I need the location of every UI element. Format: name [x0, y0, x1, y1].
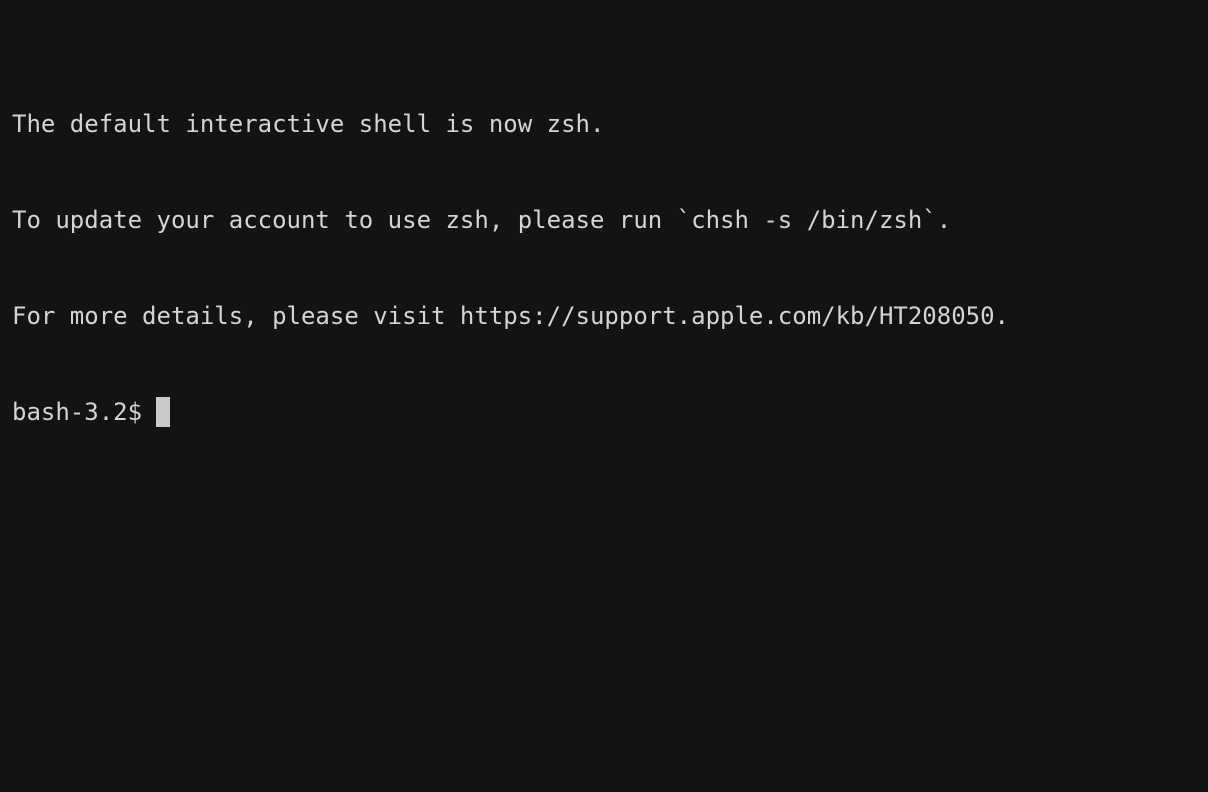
output-line-3: For more details, please visit https://s…: [12, 302, 1009, 330]
output-line-1: The default interactive shell is now zsh…: [12, 110, 605, 138]
prompt-line[interactable]: bash-3.2$: [12, 396, 1196, 428]
text-cursor: [156, 397, 171, 427]
shell-prompt: bash-3.2$: [12, 398, 143, 426]
output-line-2: To update your account to use zsh, pleas…: [12, 206, 952, 234]
terminal-window[interactable]: The default interactive shell is now zsh…: [0, 0, 1208, 792]
